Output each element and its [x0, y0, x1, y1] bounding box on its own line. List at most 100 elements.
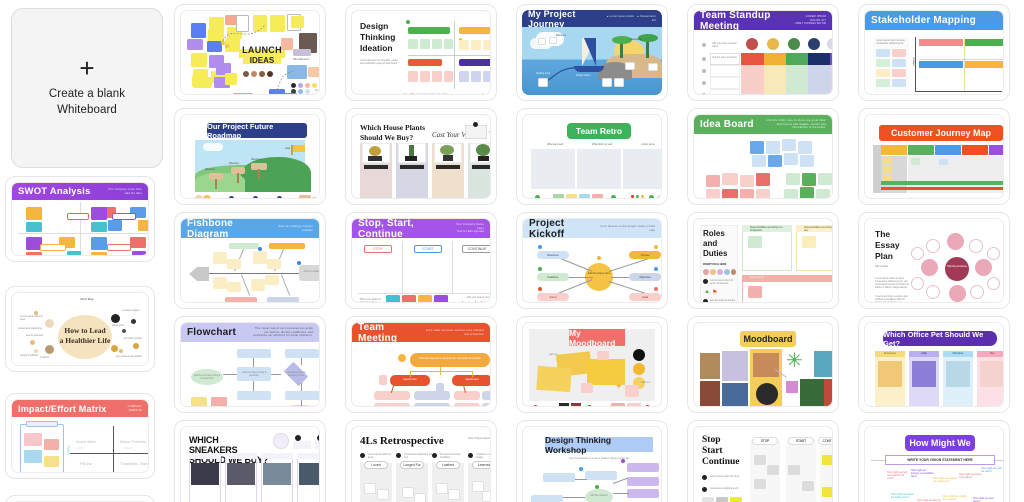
- ideaboard-title-bar: Idea Board Use this sticky note to share…: [694, 115, 832, 134]
- roadmap-title: Our Project Future Roadmap: [207, 121, 274, 140]
- fourls-col3: Learned: [472, 461, 490, 469]
- template-card-swot-analysis[interactable]: SWOT Analysis Your company name here Add …: [5, 176, 155, 262]
- template-card-4ls-retrospective[interactable]: 4Ls Retrospective Date: Project mileston…: [345, 420, 497, 502]
- kickoff-title: Project Kickoff: [529, 218, 565, 240]
- template-card-green-partial[interactable]: [5, 495, 155, 502]
- officepet-title: Which Office Pet Should We Get?: [883, 329, 984, 348]
- journey-title: My Project Journey: [528, 10, 576, 29]
- fishbone-title-bar: Fishbone Diagram Own our strategy of eve…: [181, 218, 319, 240]
- ssc-title-bar: Stop, Start, Continue Your Company Name …: [352, 218, 490, 240]
- template-card-impact-effort-matrix[interactable]: Impact/Effort Matrix COMPANY WEBSITE Quic…: [5, 393, 155, 479]
- create-blank-label-line1: Create a blank: [48, 88, 126, 100]
- create-blank-label-line2: Whiteboard: [57, 104, 117, 116]
- mindmap-title-line1: How to Lead: [64, 326, 106, 335]
- ideaboard-title: Idea Board: [700, 119, 754, 130]
- template-card-roles-and-duties[interactable]: Roles and Duties INSERT ROLE HERE Lorem ip…: [687, 212, 839, 309]
- template-card-team-standup-meeting[interactable]: Team Standup Meeting LOREM IPSUM DOLOR S…: [687, 4, 839, 101]
- template-card-stakeholder-mapping[interactable]: Stakeholder Mapping Lorem ipsum dolor si…: [858, 4, 1010, 101]
- officepet-option-1: Collie: [921, 352, 927, 355]
- mindmap-title-line2: a Healthier Life: [59, 336, 111, 345]
- template-card-moodboard[interactable]: Moodboard ✳: [687, 316, 839, 413]
- retro-title: Team Retro: [575, 126, 623, 136]
- template-gallery: + Create a blank Whiteboard SWOT Analysi…: [0, 0, 1024, 502]
- template-card-house-plants[interactable]: Which House Plants Should We Buy? Cast Yo…: [345, 108, 497, 205]
- template-card-launch-ideas[interactable]: LAUNCH IDEAS Moodboard Colors: [174, 4, 326, 101]
- officepet-option-2: Dalmatian: [952, 352, 964, 355]
- mymood-title: My Moodboard: [569, 327, 616, 348]
- kickoff-node-2: Deadlines: [547, 276, 559, 279]
- retro-col2: What didn't go well: [592, 143, 612, 146]
- kickoff-center: Add the project name: [587, 272, 611, 275]
- template-card-team-retro[interactable]: Team Retro What went well What didn't go…: [516, 108, 668, 205]
- mindmap-label: Mind Map: [80, 298, 94, 301]
- dti-title: Design Thinking Ideation: [360, 21, 396, 53]
- officepet-option-0: Persomese: [883, 352, 897, 355]
- stakeholder-title-bar: Stakeholder Mapping: [865, 11, 1003, 30]
- template-card-stop-start-continue[interactable]: Stop, Start, Continue Your Company Name …: [345, 212, 497, 309]
- template-card-team-meeting[interactable]: Team Meeting Let's make our team meeting…: [345, 316, 497, 413]
- ssc-col3: CONTINUE: [462, 245, 490, 253]
- plus-icon: +: [79, 53, 95, 83]
- left-column: + Create a blank Whiteboard SWOT Analysi…: [0, 0, 170, 502]
- moodboard-title: Moodboard: [743, 334, 793, 344]
- ssc2-col1: START: [788, 437, 814, 445]
- ssc-col2: START: [414, 245, 442, 253]
- fourls-col0: Loved: [364, 461, 388, 469]
- template-card-design-thinking-workshop[interactable]: Design Thinking Workshop Let's find solu…: [516, 420, 668, 502]
- template-card-fishbone-diagram[interactable]: Fishbone Diagram Own our strategy of eve…: [174, 212, 326, 309]
- impact-title: Impact/Effort Matrix: [18, 403, 107, 414]
- stakeholder-y-axis: Interest: [912, 57, 916, 66]
- essay-title: The Essay Plan: [875, 229, 900, 261]
- fishbone-title: Fishbone Diagram: [187, 218, 234, 240]
- kickoff-node-3: Objectives: [639, 276, 651, 279]
- ssc2-col0: STOP: [752, 437, 778, 445]
- fourls-col2: Loathed: [436, 461, 460, 469]
- standup-title: Team Standup Meeting: [700, 10, 771, 32]
- essay-center: Planning an Essay: [947, 265, 967, 268]
- teammeeting-title: Team Meeting: [358, 322, 398, 344]
- standup-title-bar: Team Standup Meeting LOREM IPSUM DOLOR S…: [694, 10, 832, 32]
- dtw-title: Design Thinking Workshop: [545, 434, 612, 455]
- journey-title-bar: My Project Journey ● Lorem ipsum dolor ●…: [522, 10, 662, 29]
- kickoff-node-4: Teams: [549, 296, 557, 299]
- template-card-my-moodboard[interactable]: My Moodboard ✦ add text add text Lorem i…: [516, 316, 668, 413]
- ssc-col1: STOP: [364, 245, 392, 253]
- retro-col1: What went well: [546, 143, 564, 146]
- create-blank-whiteboard-card[interactable]: + Create a blank Whiteboard: [11, 8, 163, 168]
- template-card-flowchart[interactable]: Flowchart This visual map of our process…: [174, 316, 326, 413]
- template-card-stop-start-continue-2[interactable]: Stop Start Continue Lorem ipsum dolor sit …: [687, 420, 839, 502]
- template-card-project-kickoff[interactable]: Project Kickoff Let's discuss a new proj…: [516, 212, 668, 309]
- cjm-title: Customer Journey Map: [890, 128, 992, 138]
- ssc-title: Stop, Start, Continue: [358, 218, 414, 240]
- template-card-the-essay-plan[interactable]: The Essay Plan Mind Map Lorem ipsum dolor …: [858, 212, 1010, 309]
- impact-title-bar: Impact/Effort Matrix COMPANY WEBSITE: [12, 400, 148, 417]
- fourls-col1: Longed For: [400, 461, 424, 469]
- kickoff-node-5: Goals: [641, 296, 649, 299]
- hmw-title: How Might We: [909, 438, 971, 448]
- template-card-which-sneakers[interactable]: WHICH SNEAKERS SHOULD WE BUY?: [174, 420, 326, 502]
- kickoff-node-1: Victories: [640, 254, 650, 257]
- roles-subheading: INSERT ROLE HERE: [703, 263, 727, 266]
- template-card-mind-map-healthier[interactable]: Mind Map How to Lead a Healthier Life Lo…: [5, 286, 155, 372]
- ssc2-col2: CONTINUE: [818, 437, 832, 445]
- ssc2-title: Stop Start Continue: [702, 435, 740, 467]
- stakeholder-title: Stakeholder Mapping: [871, 15, 976, 26]
- officepet-option-3: Pug: [989, 352, 995, 355]
- template-card-which-office-pet[interactable]: Which Office Pet Should We Get? Persomes…: [858, 316, 1010, 413]
- flowchart-title: Flowchart: [187, 327, 237, 338]
- template-card-how-might-we[interactable]: How Might We WRITE YOUR VISION STATEMENT…: [858, 420, 1010, 502]
- fourls-title: 4Ls Retrospective: [360, 435, 444, 447]
- hmw-banner: WRITE YOUR VISION STATEMENT HERE: [885, 455, 995, 465]
- template-card-customer-journey-map[interactable]: Customer Journey Map Design better custo…: [858, 108, 1010, 205]
- flowchart-title-bar: Flowchart This visual map of our process…: [181, 323, 319, 342]
- essay-subtitle: Mind Map: [875, 265, 889, 268]
- plants-title: Which House Plants Should We Buy?: [360, 123, 426, 142]
- template-card-design-thinking-ideation[interactable]: Design Thinking Ideation Let's brainstorm …: [345, 4, 497, 101]
- template-card-my-project-journey[interactable]: My Project Journey ● Lorem ipsum dolor ●…: [516, 4, 668, 101]
- retro-col3: Action Items: [641, 143, 655, 146]
- kickoff-node-0: Resources: [547, 254, 559, 257]
- kickoff-title-bar: Project Kickoff Let's discuss a new proj…: [523, 218, 661, 240]
- template-card-project-future-roadmap[interactable]: Our Project Future Roadmap Milestone Mil…: [174, 108, 326, 205]
- roles-title: Roles and Duties: [703, 229, 728, 258]
- template-card-idea-board[interactable]: Idea Board Use this sticky note to share…: [687, 108, 839, 205]
